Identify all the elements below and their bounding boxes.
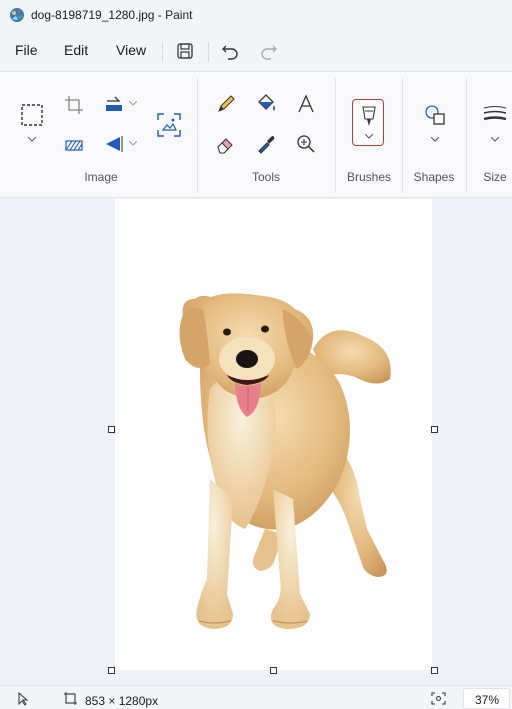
image-dimensions: 853 × 1280px [85, 694, 159, 708]
image-resize-icon[interactable] [156, 112, 182, 138]
resize-handle-bottom-right[interactable] [431, 667, 438, 674]
menu-bar: File Edit View [0, 32, 512, 70]
rotate-icon[interactable] [103, 93, 125, 115]
menu-separator [162, 42, 163, 62]
cursor-icon [18, 692, 29, 706]
brush-icon [362, 106, 376, 126]
resize-pattern-icon[interactable] [63, 134, 85, 156]
chevron-down-icon [365, 134, 373, 139]
resize-handle-bottom[interactable] [270, 667, 277, 674]
drawing-canvas[interactable] [115, 199, 432, 670]
ribbon: Image Tools Brushes Shapes Size [0, 71, 512, 198]
selection-size-icon [64, 692, 77, 705]
menu-view[interactable]: View [116, 42, 146, 58]
resize-handle-bottom-left[interactable] [108, 667, 115, 674]
group-label-shapes: Shapes [413, 170, 455, 184]
select-rectangle-icon[interactable] [20, 103, 44, 127]
group-label-tools: Tools [251, 170, 280, 184]
title-bar: dog-8198719_1280.jpg - Paint [0, 0, 512, 32]
undo-icon[interactable] [220, 41, 240, 61]
canvas-area[interactable] [0, 199, 512, 685]
menu-file[interactable]: File [15, 42, 38, 58]
zoom-value: 37% [475, 693, 500, 707]
menu-edit[interactable]: Edit [64, 42, 88, 58]
chevron-down-icon[interactable] [129, 141, 137, 146]
magnifier-icon[interactable] [295, 133, 317, 155]
crop-icon[interactable] [63, 94, 85, 116]
paint-app-icon [10, 8, 24, 22]
group-label-image: Image [84, 170, 118, 184]
menu-separator [208, 42, 209, 62]
chevron-down-icon[interactable] [491, 137, 499, 142]
zoom-level[interactable]: 37% [463, 688, 510, 709]
stroke-size-icon[interactable] [482, 105, 508, 125]
redo-icon[interactable] [259, 41, 279, 61]
fill-bucket-icon[interactable] [255, 93, 277, 115]
flip-icon[interactable] [103, 133, 125, 155]
group-separator [197, 78, 198, 193]
status-bar: 853 × 1280px 37% [0, 685, 512, 709]
fit-to-window-icon[interactable] [431, 692, 446, 705]
resize-handle-left[interactable] [108, 426, 115, 433]
save-icon[interactable] [175, 41, 195, 61]
pencil-icon[interactable] [215, 93, 237, 115]
group-separator [335, 78, 336, 193]
group-label-brushes: Brushes [346, 170, 392, 184]
window-title: dog-8198719_1280.jpg - Paint [31, 8, 193, 22]
group-label-size: Size [483, 170, 507, 184]
resize-handle-right[interactable] [431, 426, 438, 433]
dog-image [179, 293, 391, 629]
shapes-icon[interactable] [423, 103, 447, 127]
eraser-icon[interactable] [215, 133, 237, 155]
chevron-down-icon[interactable] [28, 137, 36, 142]
chevron-down-icon[interactable] [431, 137, 439, 142]
group-separator [466, 78, 467, 193]
group-separator [402, 78, 403, 193]
color-picker-icon[interactable] [255, 133, 277, 155]
text-icon[interactable] [295, 93, 317, 115]
chevron-down-icon[interactable] [129, 101, 137, 106]
brushes-button[interactable] [352, 99, 384, 146]
